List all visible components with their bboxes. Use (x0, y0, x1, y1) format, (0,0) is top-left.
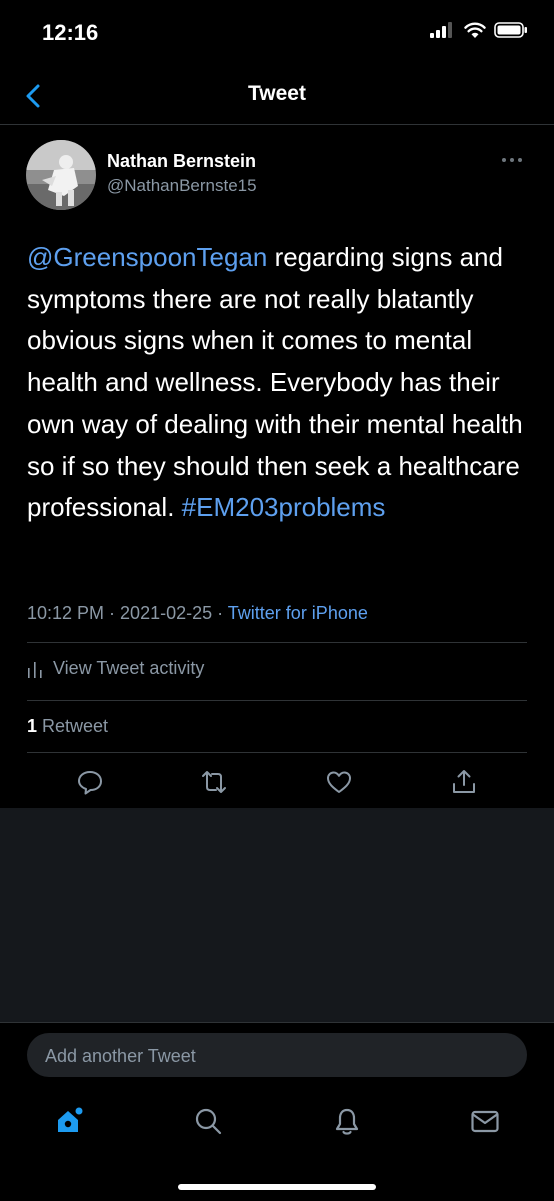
author-name[interactable]: Nathan Bernstein (107, 151, 256, 172)
add-tweet-input[interactable] (43, 1033, 517, 1079)
like-icon[interactable] (325, 768, 353, 796)
avatar[interactable] (26, 140, 96, 210)
author-handle[interactable]: @NathanBernste15 (107, 176, 257, 196)
empty-area (0, 808, 554, 1022)
home-indicator (178, 1184, 376, 1190)
notifications-icon[interactable] (331, 1105, 363, 1137)
battery-icon (494, 22, 527, 38)
retweet-count: 1 (27, 716, 38, 736)
status-icons (430, 22, 528, 38)
divider (27, 752, 527, 753)
messages-icon[interactable] (469, 1105, 501, 1137)
search-icon[interactable] (192, 1105, 224, 1137)
tweet-source[interactable]: Twitter for iPhone (228, 603, 368, 623)
tweet-mention[interactable]: @GreenspoonTegan (27, 242, 267, 272)
tweet-body: regarding signs and symptoms there are n… (27, 242, 523, 523)
meta-separator: · (104, 603, 121, 623)
meta-separator: · (212, 603, 228, 623)
tweet-actions (0, 762, 554, 802)
retweet-label: Retweet (37, 716, 109, 736)
home-icon[interactable] (54, 1105, 86, 1137)
nav-bar: Tweet (0, 68, 554, 125)
view-tweet-activity[interactable]: View Tweet activity (27, 658, 204, 679)
more-icon[interactable] (500, 154, 524, 166)
retweet-stats[interactable]: 1 Retweet (27, 716, 108, 737)
view-tweet-activity-label: View Tweet activity (53, 658, 205, 678)
reply-icon[interactable] (76, 768, 104, 796)
status-bar: 12:16 (0, 0, 554, 68)
tweet-text: @GreenspoonTegan regarding signs and sym… (27, 237, 527, 529)
status-time: 12:16 (42, 20, 99, 45)
compose-field[interactable] (27, 1033, 527, 1079)
cellular-signal-icon (430, 22, 452, 38)
tweet-date: 2021-02-25 (120, 603, 213, 623)
share-icon[interactable] (450, 768, 478, 796)
page-title: Tweet (248, 82, 306, 105)
tweet-hashtag[interactable]: #EM203problems (182, 492, 386, 522)
tweet-time: 10:12 PM (27, 603, 105, 623)
analytics-icon (28, 661, 42, 678)
tweet-meta: 10:12 PM · 2021-02-25 · Twitter for iPho… (27, 603, 368, 624)
wifi-icon (464, 22, 486, 38)
divider (27, 700, 527, 701)
retweet-icon[interactable] (200, 768, 228, 796)
divider (27, 642, 527, 643)
